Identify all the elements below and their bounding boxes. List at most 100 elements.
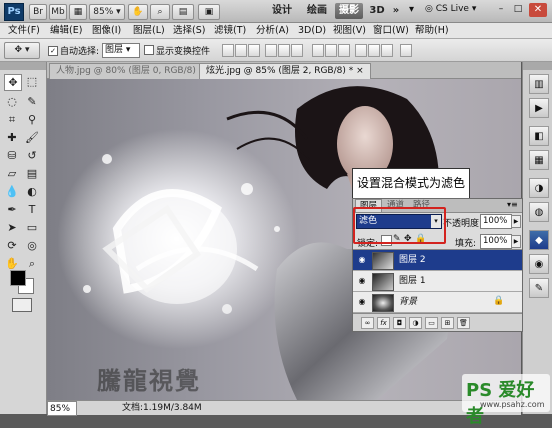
minimize-icon[interactable]: – <box>494 4 508 16</box>
distribute-right-icon[interactable] <box>381 44 393 57</box>
align-vcenter-icon[interactable] <box>235 44 247 57</box>
auto-select-target-select[interactable]: 图层 ▾ <box>102 43 140 58</box>
new-group-icon[interactable]: ▭ <box>425 317 438 329</box>
add-mask-icon[interactable]: ◘ <box>393 317 406 329</box>
workspace-painting[interactable]: 绘画 <box>303 3 331 19</box>
auto-align-icon[interactable] <box>400 44 412 57</box>
menu-window[interactable]: 窗口(W) <box>373 24 409 37</box>
gradient-tool-icon[interactable]: ▤ <box>24 166 40 181</box>
history-panel-icon[interactable]: ▥ <box>529 74 549 94</box>
panel-menu-icon[interactable]: ▾≡ <box>507 199 518 211</box>
workspace-photography[interactable]: 摄影 <box>335 3 363 19</box>
distribute-top-icon[interactable] <box>312 44 324 57</box>
hand-tool-button[interactable]: ✋ <box>128 4 148 20</box>
fill-input[interactable]: 100% <box>480 234 512 249</box>
eyedropper-tool-icon[interactable]: ⚲ <box>24 112 40 127</box>
align-left-icon[interactable] <box>265 44 277 57</box>
history-brush-tool-icon[interactable]: ↺ <box>24 148 40 163</box>
screen-mode-button[interactable]: ▣ <box>198 4 220 20</box>
menu-filter[interactable]: 滤镜(T) <box>214 24 246 37</box>
type-tool-icon[interactable]: T <box>24 202 40 217</box>
show-transform-checkbox[interactable] <box>144 45 154 58</box>
brush-tool-icon[interactable]: 🖌 <box>24 130 40 145</box>
menu-file[interactable]: 文件(F) <box>8 24 40 37</box>
crop-tool-icon[interactable]: ⌗ <box>4 112 20 127</box>
distribute-hcenter-icon[interactable] <box>368 44 380 57</box>
quick-selection-tool-icon[interactable]: ✎ <box>24 94 40 109</box>
document-tab-inactive[interactable]: 人物.jpg @ 80% (图层 0, RGB/8) * × <box>49 63 221 79</box>
path-selection-tool-icon[interactable]: ➤ <box>4 220 20 235</box>
menu-help[interactable]: 帮助(H) <box>415 24 449 37</box>
close-icon[interactable]: ✕ <box>529 3 547 17</box>
cs-live-button[interactable]: ◎ CS Live ▾ <box>425 4 476 14</box>
healing-brush-tool-icon[interactable]: ✚ <box>4 130 20 145</box>
mini-bridge-button[interactable]: Mb <box>49 4 67 20</box>
zoom-tool-button[interactable]: ⌕ <box>150 4 170 20</box>
align-top-icon[interactable] <box>222 44 234 57</box>
channels-panel-icon[interactable]: ◉ <box>529 254 549 274</box>
workspace-3d[interactable]: 3D <box>367 3 387 19</box>
align-bottom-icon[interactable] <box>248 44 260 57</box>
dodge-tool-icon[interactable]: ◐ <box>24 184 40 199</box>
distribute-left-icon[interactable] <box>355 44 367 57</box>
menu-edit[interactable]: 编辑(E) <box>50 24 82 37</box>
menu-layer[interactable]: 图层(L) <box>133 24 165 37</box>
maximize-icon[interactable]: □ <box>511 4 525 16</box>
masks-panel-icon[interactable]: ◍ <box>529 202 549 222</box>
opacity-input[interactable]: 100% <box>480 214 512 229</box>
adjustment-layer-icon[interactable]: ◑ <box>409 317 422 329</box>
swatches-panel-icon[interactable]: ▦ <box>529 150 549 170</box>
layer-row[interactable]: ◉ 图层 2 <box>353 250 522 271</box>
eye-icon[interactable]: ◉ <box>357 255 367 264</box>
distribute-vcenter-icon[interactable] <box>325 44 337 57</box>
eraser-tool-icon[interactable]: ▱ <box>4 166 20 181</box>
foreground-color-swatch-front <box>10 270 26 286</box>
fill-slider-arrow-icon[interactable]: ▶ <box>511 235 521 248</box>
extras-button[interactable]: ▦ <box>69 4 87 20</box>
workspace-design[interactable]: 设计 <box>268 3 296 19</box>
marquee-tool-icon[interactable]: ⬚ <box>24 74 40 89</box>
distribute-bottom-icon[interactable] <box>338 44 350 57</box>
arrange-documents-button[interactable]: ▤ <box>172 4 194 20</box>
zoom-tool-icon[interactable]: ⌕ <box>24 256 40 271</box>
layer-row[interactable]: ◉ 背景 🔒 <box>353 292 522 313</box>
layers-panel-icon[interactable]: ◆ <box>529 230 549 250</box>
layer-style-icon[interactable]: fx <box>377 317 390 329</box>
align-hcenter-icon[interactable] <box>278 44 290 57</box>
eye-icon[interactable]: ◉ <box>357 276 367 285</box>
workspace-menu-arrow-icon[interactable]: ▾ <box>409 4 421 16</box>
menu-3d[interactable]: 3D(D) <box>298 24 326 37</box>
3d-orbit-tool-icon[interactable]: ◎ <box>24 238 40 253</box>
color-panel-icon[interactable]: ◧ <box>529 126 549 146</box>
bridge-button[interactable]: Br <box>29 4 47 20</box>
blur-tool-icon[interactable]: 💧 <box>4 184 20 199</box>
new-layer-icon[interactable]: ⊞ <box>441 317 454 329</box>
actions-panel-icon[interactable]: ▶ <box>529 98 549 118</box>
tools-panel: ✥ ⬚ ◌ ✎ ⌗ ⚲ ✚ 🖌 ⛁ ↺ ▱ ▤ 💧 ◐ ✒ T ➤ ▭ ⟳ ◎ … <box>0 62 47 414</box>
link-layers-icon[interactable]: ∞ <box>361 317 374 329</box>
menu-select[interactable]: 选择(S) <box>173 24 205 37</box>
more-workspaces[interactable]: » <box>390 3 402 19</box>
opacity-slider-arrow-icon[interactable]: ▶ <box>511 215 521 228</box>
paths-panel-icon[interactable]: ✎ <box>529 278 549 298</box>
delete-layer-icon[interactable]: 🗑 <box>457 317 470 329</box>
3d-rotate-tool-icon[interactable]: ⟳ <box>4 238 20 253</box>
layer-row[interactable]: ◉ 图层 1 <box>353 271 522 292</box>
quick-mask-icon[interactable] <box>12 298 32 312</box>
auto-select-checkbox[interactable]: ✓ <box>48 45 58 56</box>
adjustments-panel-icon[interactable]: ◑ <box>529 178 549 198</box>
zoom-level-select[interactable]: 85% ▾ <box>89 4 125 20</box>
menu-image[interactable]: 图像(I) <box>92 24 121 37</box>
move-tool-icon[interactable]: ✥ <box>4 74 22 91</box>
hand-tool-icon[interactable]: ✋ <box>4 256 20 271</box>
lasso-tool-icon[interactable]: ◌ <box>4 94 20 109</box>
clone-stamp-tool-icon[interactable]: ⛁ <box>4 148 20 163</box>
eye-icon[interactable]: ◉ <box>357 297 367 306</box>
align-right-icon[interactable] <box>291 44 303 57</box>
document-tab-active[interactable]: 炫光.jpg @ 85% (图层 2, RGB/8) * × <box>199 63 371 79</box>
pen-tool-icon[interactable]: ✒ <box>4 202 20 217</box>
menu-view[interactable]: 视图(V) <box>333 24 366 37</box>
shape-tool-icon[interactable]: ▭ <box>24 220 40 235</box>
tool-preset-picker[interactable]: ✥ ▾ <box>4 42 40 59</box>
menu-analysis[interactable]: 分析(A) <box>256 24 289 37</box>
